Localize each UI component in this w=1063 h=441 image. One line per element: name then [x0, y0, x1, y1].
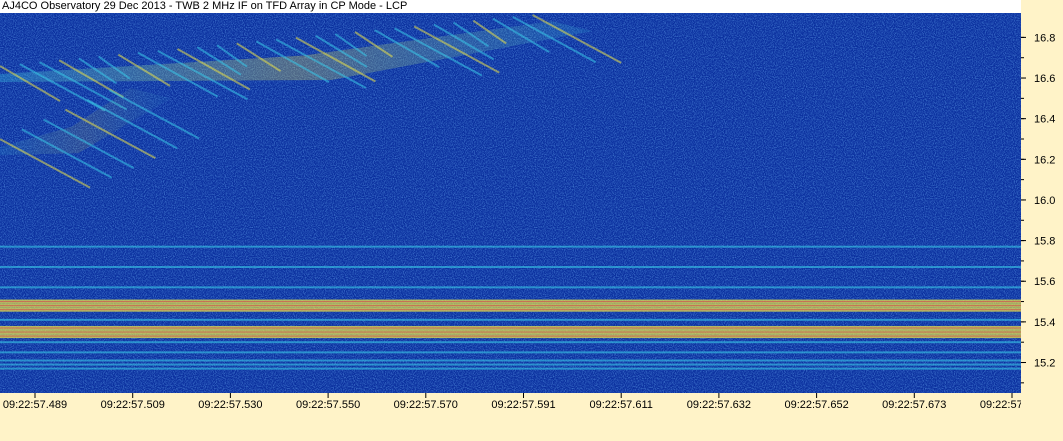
x-tick-label: 09:22:57.693: [980, 399, 1021, 411]
interference-line: [0, 341, 1021, 344]
x-tick-label: 09:22:57.611: [589, 399, 652, 411]
y-tick-label: 15.6: [1034, 276, 1055, 288]
interference-line: [0, 318, 1021, 321]
y-tick-label: 15.8: [1034, 236, 1055, 248]
x-tick-label: 09:22:57.632: [687, 399, 751, 411]
y-tick-label: 16.2: [1034, 154, 1055, 166]
interference-line-core: [0, 335, 1021, 337]
y-axis-svg: 15.2 15.4 15.6 15.8 16.0 16.2 16.4 16.6 16.8: [1021, 32, 1055, 384]
interference-line-core: [0, 331, 1021, 333]
x-axis-svg: 09:22:57.489 09:22:57.509 09:22:57.530 09:2…: [3, 393, 1021, 411]
x-axis-panel: 09:22:57.489 09:22:57.509 09:22:57.530 09:2…: [0, 393, 1021, 441]
chart-title: AJ4CO Observatory 29 Dec 2013 - TWB 2 MH…: [0, 0, 1023, 13]
interference-line-core: [0, 309, 1021, 311]
y-tick-label: 16.0: [1034, 195, 1055, 207]
y-tick-label: 15.2: [1034, 358, 1055, 370]
interference-line: [0, 351, 1021, 354]
interference-line-core: [0, 327, 1021, 329]
x-tick-label: 09:22:57.489: [3, 399, 67, 411]
x-tick-label: 09:22:57.530: [198, 399, 262, 411]
y-tick-label: 16.8: [1034, 32, 1055, 44]
x-tick-label: 09:22:57.673: [882, 399, 946, 411]
x-tick-label: 09:22:57.550: [296, 399, 360, 411]
x-tick-label: 09:22:57.652: [784, 399, 848, 411]
y-axis-panel: 15.2 15.4 15.6 15.8 16.0 16.2 16.4 16.6 16.8: [1021, 0, 1063, 441]
interference-line: [0, 359, 1021, 362]
interference-line: [0, 286, 1021, 289]
spectrogram-plot: [0, 13, 1021, 393]
x-tick-label: 09:22:57.591: [491, 399, 555, 411]
interference-line: [0, 266, 1021, 269]
interference-line-core: [0, 301, 1021, 303]
x-tick-label: 09:22:57.509: [101, 399, 165, 411]
interference-line: [0, 363, 1021, 366]
y-tick-label: 15.4: [1034, 317, 1055, 329]
spectrogram-svg: [0, 13, 1021, 393]
y-tick-label: 16.6: [1034, 73, 1055, 85]
y-tick-label: 16.4: [1034, 114, 1055, 126]
interference-line: [0, 245, 1021, 248]
x-tick-label: 09:22:57.570: [394, 399, 458, 411]
interference-line-core: [0, 305, 1021, 307]
interference-line: [0, 367, 1021, 370]
